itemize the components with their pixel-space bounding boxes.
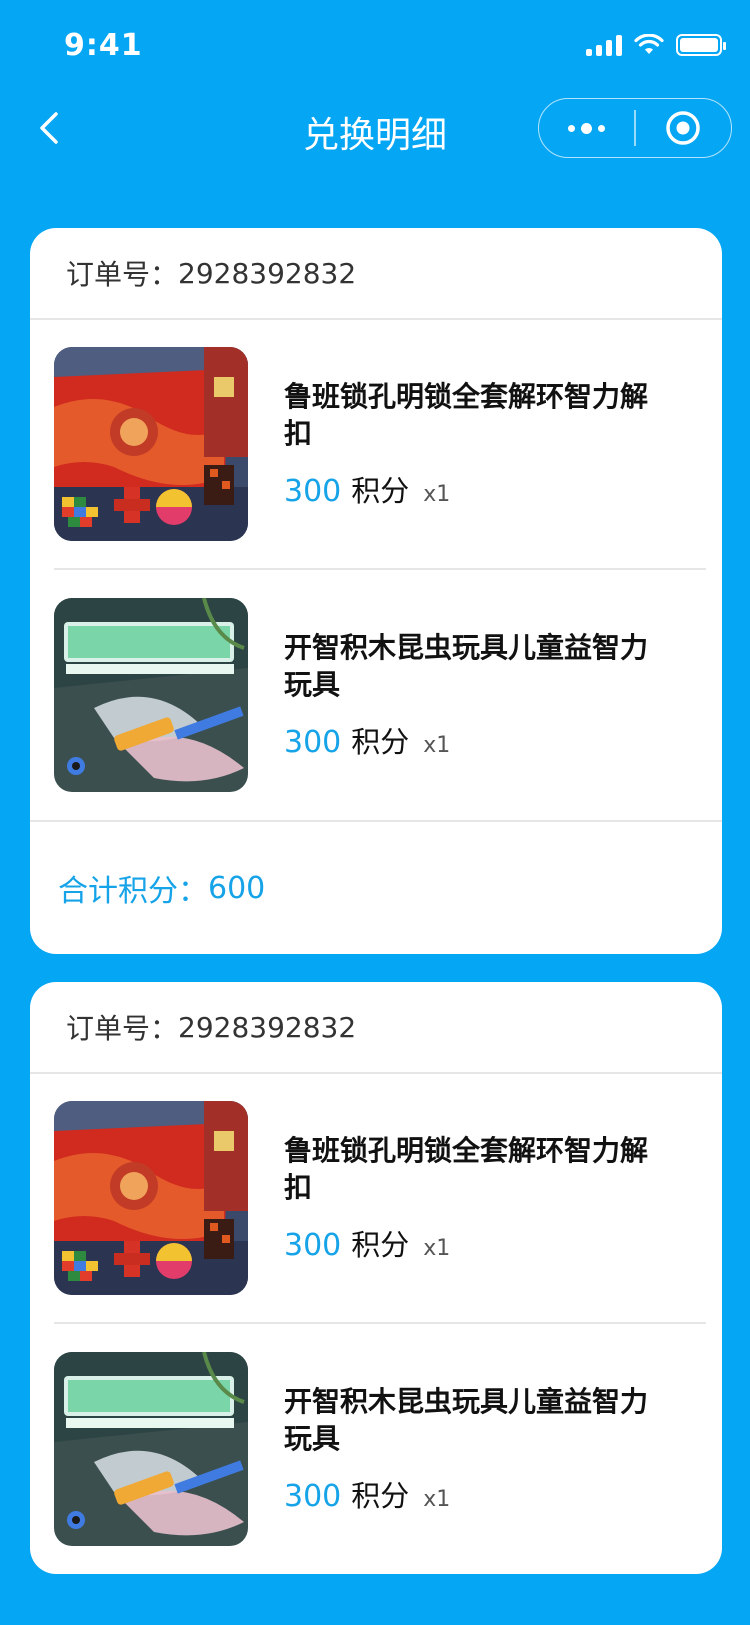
item-price-row: 300 积分 x1 [284,468,664,510]
item-title: 开智积木昆虫玩具儿童益智力玩具 [284,1385,649,1455]
insect-blocks-product-image [54,598,248,792]
item-quantity: x1 [423,1236,451,1261]
item-points: 300 [284,1479,342,1514]
item-points: 300 [284,1228,342,1263]
order-total-row: 合计积分： 600 [30,820,722,954]
more-menu-button[interactable] [539,99,634,157]
item-info: 开智积木昆虫玩具儿童益智力玩具 300 积分 x1 [284,1383,664,1515]
item-points: 300 [284,474,342,509]
order-card: 订单号：2928392832 鲁班锁孔明锁全套解环智力解扣 300 积分 x1 [30,228,722,954]
order-number-row: 订单号： 2928392832 [30,982,722,1074]
item-quantity: x1 [423,1487,451,1512]
item-price-row: 300 积分 x1 [284,719,664,761]
luban-lock-product-image [54,347,248,541]
item-title: 开智积木昆虫玩具儿童益智力玩具 [284,631,649,701]
item-points-unit: 积分 [351,474,410,508]
mini-program-capsule [538,98,732,158]
item-info: 鲁班锁孔明锁全套解环智力解扣 300 积分 x1 [284,1132,664,1264]
item-price-row: 300 积分 x1 [284,1473,664,1515]
item-price-row: 300 积分 x1 [284,1222,664,1264]
status-time: 9:41 [64,28,143,63]
item-title: 鲁班锁孔明锁全套解环智力解扣 [284,1134,649,1204]
item-points-unit: 积分 [351,1479,410,1513]
battery-icon [676,34,726,56]
order-item[interactable]: 鲁班锁孔明锁全套解环智力解扣 300 积分 x1 [54,1074,706,1324]
close-mini-program-button[interactable] [636,99,731,157]
item-points-unit: 积分 [351,725,410,759]
order-number: 2928392832 [178,1010,357,1044]
cellular-signal-icon [586,34,622,56]
navigation-bar: 兑换明细 [0,96,750,162]
order-item[interactable]: 开智积木昆虫玩具儿童益智力玩具 300 积分 x1 [54,570,706,820]
order-number: 2928392832 [178,256,357,290]
order-number-label: 订单号： [66,1012,179,1045]
item-points-unit: 积分 [351,1228,410,1262]
insect-blocks-product-image [54,1352,248,1546]
more-dots-icon [568,122,606,134]
total-points-label: 合计积分： [58,874,208,909]
order-number-row: 订单号： 2928392832 [30,228,722,320]
status-icons [586,34,726,56]
item-quantity: x1 [423,482,451,507]
order-item[interactable]: 开智积木昆虫玩具儿童益智力玩具 300 积分 x1 [54,1324,706,1574]
order-items: 鲁班锁孔明锁全套解环智力解扣 300 积分 x1 开智积木昆虫玩具儿童益智力玩具… [30,1074,722,1574]
exchange-order-list: 订单号：2928392832 鲁班锁孔明锁全套解环智力解扣 300 积分 x1 [30,228,722,1602]
target-close-icon [666,111,701,145]
status-bar: 9:41 [0,0,750,96]
item-info: 开智积木昆虫玩具儿童益智力玩具 300 积分 x1 [284,629,664,761]
item-quantity: x1 [423,733,451,758]
luban-lock-product-image [54,1101,248,1295]
item-title: 鲁班锁孔明锁全套解环智力解扣 [284,380,649,450]
order-number-label: 订单号： [66,258,179,291]
item-points: 300 [284,725,342,760]
item-info: 鲁班锁孔明锁全套解环智力解扣 300 积分 x1 [284,378,664,510]
order-item[interactable]: 鲁班锁孔明锁全套解环智力解扣 300 积分 x1 [54,320,706,570]
wifi-icon [634,34,664,54]
order-items: 鲁班锁孔明锁全套解环智力解扣 300 积分 x1 开智积木昆虫玩具儿童益智力玩具… [30,320,722,820]
total-points-value: 600 [208,870,266,906]
order-card: 订单号：2928392832 鲁班锁孔明锁全套解环智力解扣 300 积分 x1 [30,982,722,1574]
